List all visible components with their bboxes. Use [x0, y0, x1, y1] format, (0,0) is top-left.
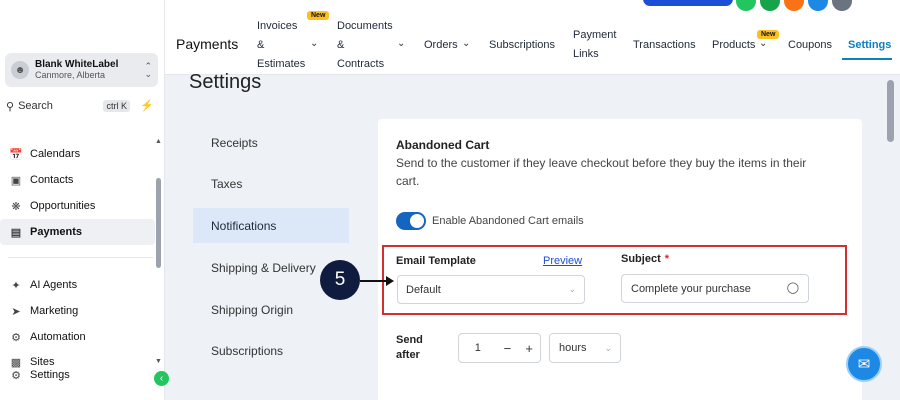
- step-number-badge: 5: [320, 260, 360, 300]
- search-button[interactable]: ⚲ Search ctrl K: [6, 98, 130, 114]
- menu-item-receipts[interactable]: Receipts: [193, 125, 349, 160]
- send-after-value: 1: [474, 342, 481, 354]
- settings-heading: Settings: [189, 71, 262, 93]
- payments-icon: ▤: [10, 226, 22, 239]
- search-shortcut: ctrl K: [103, 100, 130, 112]
- card-description: Send to the customer if they leave check…: [396, 156, 807, 188]
- chat-support-button[interactable]: ✉: [846, 346, 882, 382]
- settings-icon: ⚙: [11, 369, 21, 382]
- sidebar-item-sites[interactable]: ▩ Sites: [0, 355, 155, 369]
- automation-icon: ⚙: [11, 331, 21, 344]
- account-avatar-icon: ☻: [11, 61, 29, 79]
- menu-item-shipping-origin[interactable]: Shipping Origin: [193, 292, 349, 327]
- increment-button[interactable]: +: [518, 341, 540, 356]
- ai-agents-icon: ✦: [11, 279, 21, 292]
- main-scrollbar[interactable]: [887, 80, 894, 142]
- chat-icon: ✉: [857, 356, 871, 373]
- sidebar-item-automation[interactable]: ⚙ Automation: [0, 324, 155, 350]
- opportunities-icon: ❋: [11, 200, 21, 213]
- sidebar: ☻ Blank WhiteLabel Canmore, Alberta ⌃ ⌄ ⚲…: [0, 0, 169, 400]
- top-action-pill[interactable]: [643, 0, 733, 6]
- tab-payment-links[interactable]: Payment Links: [573, 26, 616, 64]
- chevron-down-icon[interactable]: ⌄: [310, 38, 318, 49]
- user-avatar[interactable]: [832, 0, 852, 11]
- send-after-stepper[interactable]: 1 − +: [458, 333, 541, 363]
- help-icon[interactable]: [808, 0, 828, 11]
- decrement-button[interactable]: −: [497, 341, 519, 356]
- lightning-icon[interactable]: ⚡: [140, 99, 154, 113]
- account-switcher[interactable]: ☻ Blank WhiteLabel Canmore, Alberta ⌃ ⌄: [5, 53, 158, 87]
- calendar-icon: 📅: [9, 148, 23, 161]
- annotation-arrow: [360, 280, 388, 282]
- chevron-up-down-icon: ⌃ ⌄: [144, 61, 152, 79]
- contacts-icon: ▣: [10, 174, 22, 187]
- tab-coupons[interactable]: Coupons: [788, 36, 832, 55]
- menu-item-notifications[interactable]: Notifications: [193, 208, 349, 243]
- phone-icon[interactable]: [736, 0, 756, 11]
- search-label: Search: [18, 100, 53, 112]
- tab-documents-contracts[interactable]: Documents & Contracts: [337, 17, 393, 74]
- scroll-down-icon[interactable]: ▼: [155, 358, 162, 365]
- tab-orders[interactable]: Orders: [424, 36, 458, 55]
- send-after-label: Send after: [396, 334, 423, 361]
- highlight-box: [382, 245, 847, 315]
- marketing-icon: ➤: [11, 305, 21, 318]
- sites-icon: ▩: [10, 356, 22, 369]
- abandoned-cart-toggle[interactable]: [396, 212, 426, 230]
- send-after-unit-select[interactable]: hours ⌄: [549, 333, 621, 363]
- account-name: Blank WhiteLabel: [35, 59, 119, 70]
- chevron-down-icon[interactable]: ⌄: [759, 38, 767, 49]
- tab-products[interactable]: Products: [712, 36, 755, 55]
- tab-transactions[interactable]: Transactions: [633, 36, 696, 55]
- scroll-up-icon[interactable]: ▲: [155, 138, 162, 145]
- toggle-knob: [410, 214, 424, 228]
- sidebar-item-ai-agents[interactable]: ✦ AI Agents: [0, 272, 155, 298]
- notification-icon[interactable]: [760, 0, 780, 11]
- new-badge: New: [307, 11, 330, 20]
- menu-item-subscriptions[interactable]: Subscriptions: [193, 333, 349, 368]
- sidebar-divider: [8, 257, 153, 258]
- toggle-label: Enable Abandoned Cart emails: [432, 215, 584, 227]
- chevron-down-icon: ⌄: [604, 342, 612, 353]
- top-bar: Payments Invoices & Estimates New ⌄ Docu…: [165, 0, 900, 75]
- sidebar-item-payments[interactable]: ▤ Payments: [0, 219, 155, 245]
- sidebar-scrollbar[interactable]: [156, 178, 161, 268]
- sidebar-nav-bottom: ✦ AI Agents ➤ Marketing ⚙ Automation ▩ S…: [0, 272, 155, 382]
- account-location: Canmore, Alberta: [35, 70, 106, 80]
- chevron-down-icon[interactable]: ⌄: [462, 38, 470, 49]
- card-title: Abandoned Cart: [396, 138, 490, 152]
- chevron-down-icon[interactable]: ⌄: [397, 38, 405, 49]
- sidebar-item-contacts[interactable]: ▣ Contacts: [0, 167, 155, 193]
- page-title: Payments: [176, 36, 239, 52]
- search-icon: ⚲: [6, 100, 15, 113]
- sidebar-nav-top: 📅 Calendars ▣ Contacts ❋ Opportunities ▤…: [0, 141, 155, 245]
- tab-invoices-estimates[interactable]: Invoices & Estimates: [257, 17, 305, 74]
- arrow-head-icon: [386, 276, 394, 286]
- sidebar-item-calendars[interactable]: 📅 Calendars: [0, 141, 155, 167]
- sidebar-item-marketing[interactable]: ➤ Marketing: [0, 298, 155, 324]
- sidebar-item-settings[interactable]: ⚙ Settings: [0, 369, 155, 382]
- active-tab-indicator: [842, 58, 892, 60]
- alert-icon[interactable]: [784, 0, 804, 11]
- tab-settings[interactable]: Settings: [848, 36, 891, 55]
- collapse-sidebar-icon[interactable]: ‹: [154, 371, 169, 386]
- menu-item-taxes[interactable]: Taxes: [193, 166, 349, 201]
- sidebar-item-opportunities[interactable]: ❋ Opportunities: [0, 193, 155, 219]
- tab-subscriptions[interactable]: Subscriptions: [489, 36, 555, 55]
